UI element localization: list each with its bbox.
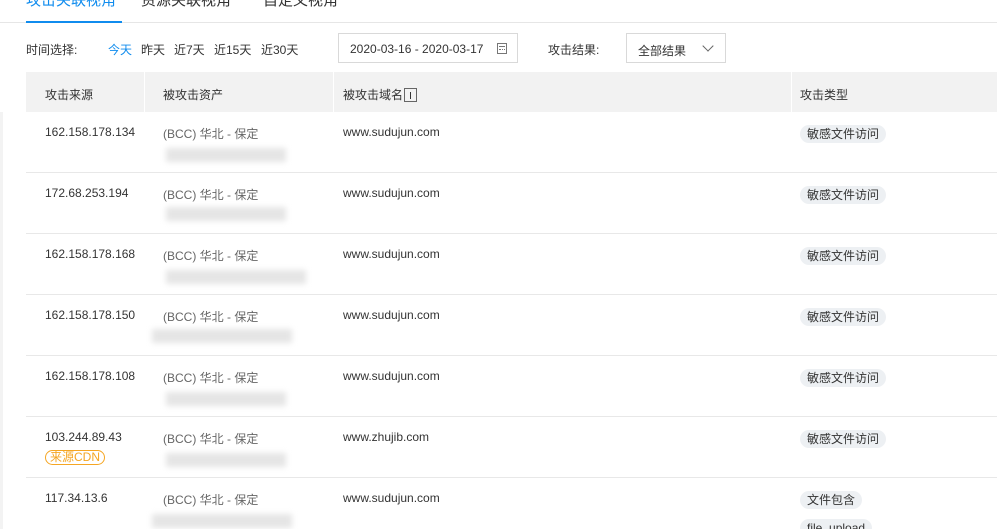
asset-region[interactable]: (BCC) 华北 - 保定: [163, 308, 258, 325]
redacted-asset-ip: [152, 329, 292, 343]
attack-type-badge: 敏感文件访问: [800, 186, 887, 204]
attack-type-badge: 文件包含: [800, 491, 863, 509]
redacted-asset-ip: [166, 148, 286, 162]
header-source: 攻击来源: [45, 88, 94, 102]
asset-region[interactable]: (BCC) 华北 - 保定: [163, 369, 258, 386]
attack-source: 162.158.178.168: [45, 247, 136, 261]
table-row: 162.158.178.108 (BCC) 华北 - 保定 www.suduju…: [26, 356, 997, 417]
attacked-domain: www.sudujun.com: [343, 308, 440, 322]
attack-type-badge: 敏感文件访问: [800, 369, 887, 387]
attack-source: 103.244.89.43: [45, 430, 122, 444]
table-header: 攻击来源 被攻击资产 被攻击域名 攻击类型: [26, 72, 997, 112]
table-row: 117.34.13.6 (BCC) 华北 - 保定 www.sudujun.co…: [26, 478, 997, 529]
attack-source: 162.158.178.108: [45, 369, 136, 383]
attacked-domain: www.sudujun.com: [343, 369, 440, 383]
date-range-value: 2020-03-16 - 2020-03-17: [350, 42, 484, 56]
cdn-source-tag: 来源CDN: [45, 450, 105, 465]
page-edge: [0, 112, 3, 529]
attack-source: 162.158.178.134: [45, 125, 136, 139]
attack-type-badge: 敏感文件访问: [800, 308, 887, 326]
chevron-down-icon: [702, 40, 714, 52]
quick-range-today[interactable]: 今天: [108, 41, 132, 58]
tab-custom-view[interactable]: 自定义视角: [263, 0, 338, 11]
asset-region[interactable]: (BCC) 华北 - 保定: [163, 186, 258, 203]
table-row: 162.158.178.168 (BCC) 华北 - 保定 www.suduju…: [26, 234, 997, 295]
asset-region[interactable]: (BCC) 华北 - 保定: [163, 125, 258, 142]
attack-source: 172.68.253.194: [45, 186, 129, 200]
asset-region[interactable]: (BCC) 华北 - 保定: [163, 491, 258, 508]
column-filter-icon[interactable]: [404, 88, 418, 102]
header-attack-type: 攻击类型: [800, 88, 849, 102]
redacted-asset-ip: [166, 392, 286, 406]
header-asset: 被攻击资产: [163, 88, 224, 102]
attack-type-badge: 敏感文件访问: [800, 125, 887, 143]
active-tab-indicator: [26, 21, 122, 23]
redacted-asset-ip: [166, 453, 286, 467]
view-tabs: 攻击关联视角 资源关联视角 自定义视角: [0, 0, 997, 23]
redacted-asset-ip: [152, 514, 292, 528]
date-range-picker[interactable]: 2020-03-16 - 2020-03-17: [338, 33, 518, 63]
quick-range-7d[interactable]: 近7天: [174, 41, 205, 58]
result-filter-label: 攻击结果:: [548, 43, 600, 57]
attack-type-badge: file_upload: [800, 519, 873, 529]
attacked-domain: www.sudujun.com: [343, 247, 440, 261]
table-row: 172.68.253.194 (BCC) 华北 - 保定 www.sudujun…: [26, 173, 997, 234]
result-select-value: 全部结果: [638, 44, 687, 58]
table-row: 162.158.178.150 (BCC) 华北 - 保定 www.suduju…: [26, 295, 997, 356]
attacked-domain: www.sudujun.com: [343, 491, 440, 505]
quick-range-30d[interactable]: 近30天: [261, 41, 298, 58]
attacked-domain: www.zhujib.com: [343, 430, 430, 444]
attacked-domain: www.sudujun.com: [343, 125, 440, 139]
redacted-asset-ip: [166, 207, 286, 221]
table-row: 103.244.89.43 来源CDN (BCC) 华北 - 保定 www.zh…: [26, 417, 997, 478]
attack-type-badge: 敏感文件访问: [800, 430, 887, 448]
attack-type-badge: 敏感文件访问: [800, 247, 887, 265]
time-filter-label: 时间选择:: [26, 43, 78, 57]
quick-range-15d[interactable]: 近15天: [214, 41, 251, 58]
attacked-domain: www.sudujun.com: [343, 186, 440, 200]
result-select[interactable]: 全部结果: [626, 33, 726, 63]
tab-attack-view[interactable]: 攻击关联视角: [26, 0, 116, 11]
redacted-asset-ip: [166, 270, 306, 284]
table-row: 162.158.178.134 (BCC) 华北 - 保定 www.suduju…: [26, 112, 997, 173]
asset-region[interactable]: (BCC) 华北 - 保定: [163, 430, 258, 447]
filter-bar: 时间选择: 今天 昨天 近7天 近15天 近30天 2020-03-16 - 2…: [0, 33, 997, 63]
tab-resource-view[interactable]: 资源关联视角: [141, 0, 231, 11]
quick-range-yesterday[interactable]: 昨天: [141, 41, 165, 58]
asset-region[interactable]: (BCC) 华北 - 保定: [163, 247, 258, 264]
attack-source: 117.34.13.6: [45, 491, 108, 505]
attack-source: 162.158.178.150: [45, 308, 136, 322]
calendar-icon: [497, 43, 507, 54]
header-domain: 被攻击域名: [343, 86, 418, 103]
